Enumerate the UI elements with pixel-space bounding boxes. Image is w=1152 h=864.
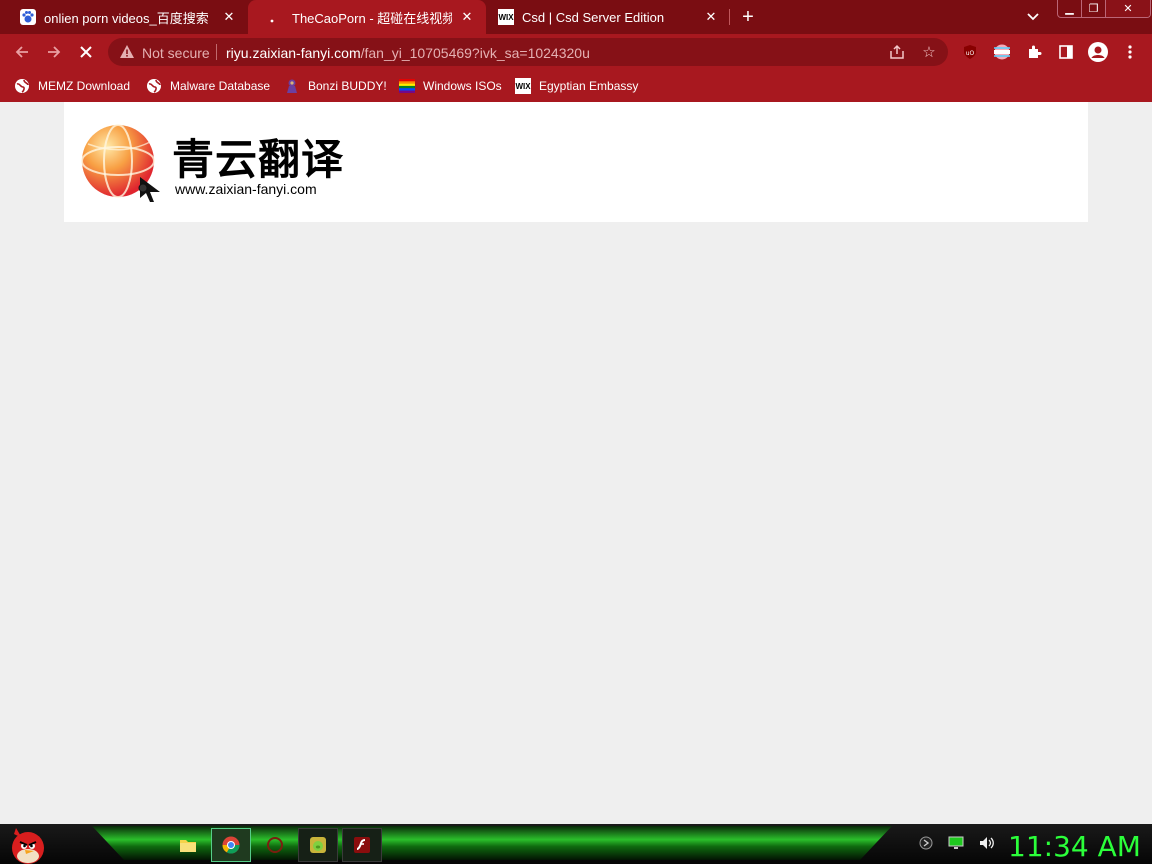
taskbar-game[interactable] [298,828,338,862]
app-icon [267,837,283,853]
site-header: 青云翻译 www.zaixian-fanyi.com [64,102,1088,222]
browser-toolbar: Not secure riyu.zaixian-fanyi.com/fan_yi… [0,34,1152,70]
forward-button[interactable] [42,40,66,64]
system-tray [912,828,1002,862]
bookmark-label: MEMZ Download [38,79,131,93]
network-icon[interactable] [948,836,964,855]
url-host: riyu.zaixian-fanyi.com [226,45,361,61]
tab-title: onlien porn videos_百度搜索 [44,10,209,26]
bookmark-bonzi-buddy[interactable]: Bonzi BUDDY! [284,77,387,95]
tab-title: Csd | Csd Server Edition [522,9,665,25]
wix-icon: WIX [515,78,531,94]
bookmark-label: Windows ISOs [423,79,502,93]
close-window-button[interactable]: ✕ [1106,0,1150,17]
site-logo-title: 青云翻译 [172,135,345,184]
side-panel-icon[interactable] [1056,42,1076,62]
tray-app-icon[interactable] [919,836,933,855]
bookmark-star-icon[interactable]: ☆ [920,43,938,61]
svg-text:uO: uO [966,50,975,57]
chevron-down-icon [1027,13,1039,21]
url-path: /fan_yi_10705469?ivk_sa=1024320u [360,45,590,61]
tab-search-button[interactable] [1022,6,1044,28]
close-icon[interactable]: ✕ [220,8,238,26]
chrome-icon [222,836,240,854]
bookmark-label: Egyptian Embassy [539,79,639,93]
taskbar-flash[interactable] [342,828,382,862]
tab-title: TheCaoPorn - 超碰在线视频 Team [292,10,452,26]
globe-icon [146,78,162,94]
puzzle-icon[interactable] [1024,42,1044,62]
profile-avatar[interactable] [1088,42,1108,62]
flag-extension-icon[interactable] [992,42,1012,62]
taskbar-clock[interactable]: 11:34 AM [1008,830,1141,863]
kebab-menu-icon[interactable] [1120,42,1140,62]
new-tab-button[interactable]: + [736,5,760,29]
start-button-angry-bird-icon[interactable] [4,824,50,864]
close-icon[interactable]: ✕ [458,8,476,26]
minimize-button[interactable]: ▁ [1058,0,1082,17]
security-status[interactable]: Not secure [142,45,210,61]
taskbar-app[interactable] [255,828,295,862]
tab-csd[interactable]: WIX Csd | Csd Server Edition ✕ [486,0,730,34]
tab-baidu[interactable]: onlien porn videos_百度搜索 ✕ [0,0,248,34]
volume-icon[interactable] [979,836,995,855]
ublock-icon[interactable]: uO [960,42,980,62]
arrow-right-icon [48,46,61,58]
bookmark-windows-isos[interactable]: Windows ISOs [399,77,502,95]
taskbar-explorer[interactable] [168,828,208,862]
wix-icon: WIX [498,9,514,25]
globe-icon [14,78,30,94]
page-content: 青云翻译 www.zaixian-fanyi.com [0,102,1152,824]
restore-button[interactable]: ❐ [1082,0,1106,17]
bookmark-memz[interactable]: MEMZ Download [14,77,130,95]
loading-icon [268,9,284,25]
close-icon[interactable]: ✕ [702,8,720,26]
omnibox-divider [216,44,217,60]
tab-divider [729,9,730,25]
folder-icon [180,840,196,852]
taskbar: 11:34 AM [0,824,1152,864]
bookmarks-bar: MEMZ Download Malware Database Bonzi BUD… [0,70,1152,102]
baidu-paw-icon [20,9,36,25]
bonzi-icon [284,78,300,94]
site-logo[interactable] [80,122,160,202]
tab-strip: onlien porn videos_百度搜索 ✕ TheCaoPorn - 超… [0,0,1152,34]
share-icon[interactable] [888,43,906,61]
pig-icon [310,837,326,853]
back-button[interactable] [10,40,34,64]
bookmark-label: Bonzi BUDDY! [308,79,387,93]
address-bar[interactable]: Not secure riyu.zaixian-fanyi.com/fan_yi… [108,38,948,66]
arrow-left-icon [15,46,28,58]
window-controls: ▁ ❐ ✕ [1057,0,1151,18]
site-logo-url: www.zaixian-fanyi.com [175,181,317,197]
bookmark-egyptian-embassy[interactable]: WIX Egyptian Embassy [515,77,638,95]
tab-thecaoporn[interactable]: TheCaoPorn - 超碰在线视频 Team ✕ [248,0,486,34]
warning-icon [120,45,134,58]
bookmark-label: Malware Database [170,79,271,93]
bookmark-malware-database[interactable]: Malware Database [146,77,270,95]
flash-icon [354,837,370,853]
url-text[interactable]: riyu.zaixian-fanyi.com/fan_yi_10705469?i… [226,45,590,61]
rainbow-flag-icon [399,78,415,94]
taskbar-chrome[interactable] [211,828,251,862]
close-icon [80,46,92,58]
stop-loading-button[interactable] [74,40,98,64]
